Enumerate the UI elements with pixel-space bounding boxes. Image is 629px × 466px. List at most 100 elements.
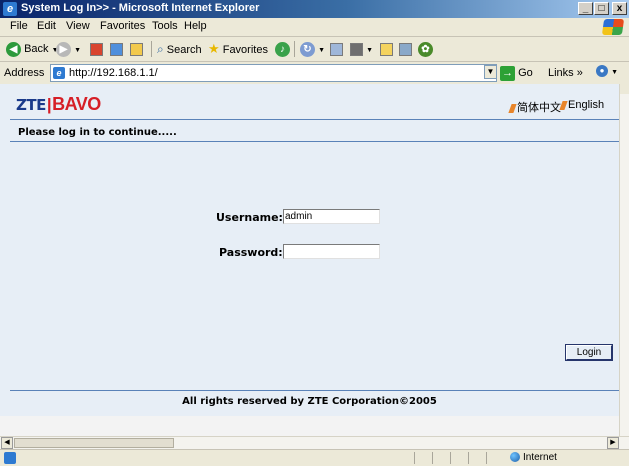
logo-bavo: BAVO: [52, 94, 101, 114]
address-dropdown-button[interactable]: ▼: [484, 65, 497, 79]
lang-english-link[interactable]: English: [559, 99, 605, 111]
title-bar: e System Log In>> - Microsoft Internet E…: [0, 0, 629, 18]
close-button[interactable]: x: [612, 2, 627, 15]
copyright-text: All rights reserved by ZTE Corporation©2…: [182, 396, 437, 407]
stop-icon: [90, 42, 103, 56]
status-bar: Internet: [0, 449, 629, 466]
maximize-button[interactable]: □: [594, 2, 609, 15]
chevron-down-icon: ▼: [366, 47, 373, 54]
toolbar-separator: [151, 41, 152, 57]
vertical-scrollbar[interactable]: [619, 84, 629, 436]
password-label: Password:: [219, 246, 283, 259]
browser-window: e System Log In>> - Microsoft Internet E…: [0, 0, 629, 466]
globe-icon: [510, 452, 520, 463]
favorites-label: Favorites: [222, 44, 268, 56]
mail-button[interactable]: [330, 41, 343, 57]
history-button[interactable]: ↻ ▼: [300, 41, 325, 57]
scroll-up-button[interactable]: [620, 84, 629, 94]
discuss-button[interactable]: [399, 41, 412, 57]
extra-toolbar-button[interactable]: ● ▼: [596, 65, 622, 81]
prompt-divider: [10, 141, 619, 142]
menu-help[interactable]: Help: [184, 20, 207, 32]
home-button[interactable]: [130, 41, 143, 57]
menu-view[interactable]: View: [66, 20, 90, 32]
security-zone: Internet: [510, 452, 557, 463]
edit-icon: [380, 42, 393, 56]
discuss-icon: [399, 42, 412, 56]
password-input[interactable]: [283, 244, 380, 259]
address-label: Address: [4, 67, 45, 79]
scroll-right-button[interactable]: ▶: [607, 437, 619, 449]
chevron-down-icon: ▼: [611, 69, 618, 76]
favorites-button[interactable]: ★ Favorites: [208, 41, 268, 57]
history-icon: ↻: [300, 41, 315, 57]
search-button[interactable]: ⌕ Search: [157, 41, 202, 57]
chevron-down-icon: ▼: [74, 47, 81, 54]
window-title: System Log In>> - Microsoft Internet Exp…: [21, 2, 260, 14]
windows-logo-icon: [601, 19, 625, 35]
status-cell: [432, 452, 448, 464]
back-button[interactable]: ◀ Back ▼: [6, 41, 59, 57]
home-icon: [130, 42, 143, 56]
username-input[interactable]: [283, 209, 380, 224]
scroll-left-button[interactable]: ◀: [1, 437, 13, 449]
logo-divider: |: [46, 95, 52, 114]
address-bar: Address e http://192.168.1.1/ ▼ → Go Lin…: [0, 62, 629, 85]
menu-favorites[interactable]: Favorites: [100, 20, 145, 32]
header-divider: [10, 119, 619, 120]
lang-flag-icon: [559, 100, 568, 110]
username-label: Username:: [216, 211, 283, 224]
refresh-icon: [110, 42, 123, 56]
messenger-button[interactable]: ✿: [418, 41, 433, 57]
footer-divider: [10, 390, 619, 391]
logo-zte: ZTE: [16, 96, 46, 114]
horizontal-scrollbar[interactable]: ◀ ▶: [0, 436, 629, 449]
favorites-star-icon: ★: [208, 41, 220, 56]
mail-icon: [330, 42, 343, 56]
address-input[interactable]: e http://192.168.1.1/: [50, 64, 497, 82]
toolbar: ◀ Back ▼ ▶ ▼ ⌕ Search ★ Favorites ♪ ↻ ▼ …: [0, 37, 629, 62]
go-button[interactable]: → Go: [500, 65, 533, 81]
search-icon: ⌕: [157, 42, 164, 56]
menu-bar: File Edit View Favorites Tools Help: [0, 18, 629, 37]
page-icon: e: [53, 67, 65, 79]
media-button[interactable]: ♪: [275, 41, 290, 57]
search-label: Search: [166, 44, 202, 56]
lang-chinese-link[interactable]: 简体中文: [508, 99, 561, 115]
toolbar-separator: [294, 41, 295, 57]
back-label: Back: [24, 43, 49, 55]
menu-edit[interactable]: Edit: [37, 20, 56, 32]
minimize-button[interactable]: _: [578, 2, 593, 15]
lang-chinese-label: 简体中文: [517, 102, 561, 114]
edit-button[interactable]: [380, 41, 393, 57]
go-label: Go: [518, 67, 533, 79]
horizontal-scroll-thumb[interactable]: [14, 438, 174, 448]
links-button[interactable]: Links »: [548, 67, 583, 79]
refresh-button[interactable]: [110, 41, 123, 57]
forward-button[interactable]: ▶ ▼: [56, 41, 81, 57]
go-arrow-icon: →: [500, 65, 515, 81]
status-cell: [486, 452, 502, 464]
menu-tools[interactable]: Tools: [152, 20, 178, 32]
chevron-down-icon: ▼: [318, 47, 325, 54]
forward-arrow-icon: ▶: [56, 41, 71, 57]
zte-bavo-logo: ZTE|BAVO: [16, 94, 101, 115]
lang-english-label: English: [568, 99, 605, 111]
page-content: ZTE|BAVO 简体中文 English Please log in to c…: [0, 84, 619, 436]
internet-explorer-icon: e: [3, 2, 17, 16]
page-status-icon: [4, 452, 16, 464]
media-icon: ♪: [275, 41, 290, 57]
back-arrow-icon: ◀: [6, 41, 21, 57]
footer-band: [0, 416, 619, 436]
login-prompt: Please log in to continue.....: [18, 127, 177, 138]
toolbar-extension-icon: ●: [596, 65, 608, 78]
stop-button[interactable]: [90, 41, 103, 57]
status-cell: [468, 452, 484, 464]
print-button[interactable]: ▼: [350, 41, 373, 57]
lang-flag-icon: [508, 103, 517, 113]
status-cell: [450, 452, 466, 464]
status-cell: [414, 452, 430, 464]
menu-file[interactable]: File: [10, 20, 28, 32]
login-button[interactable]: Login: [566, 345, 612, 360]
address-url: http://192.168.1.1/: [69, 67, 158, 79]
